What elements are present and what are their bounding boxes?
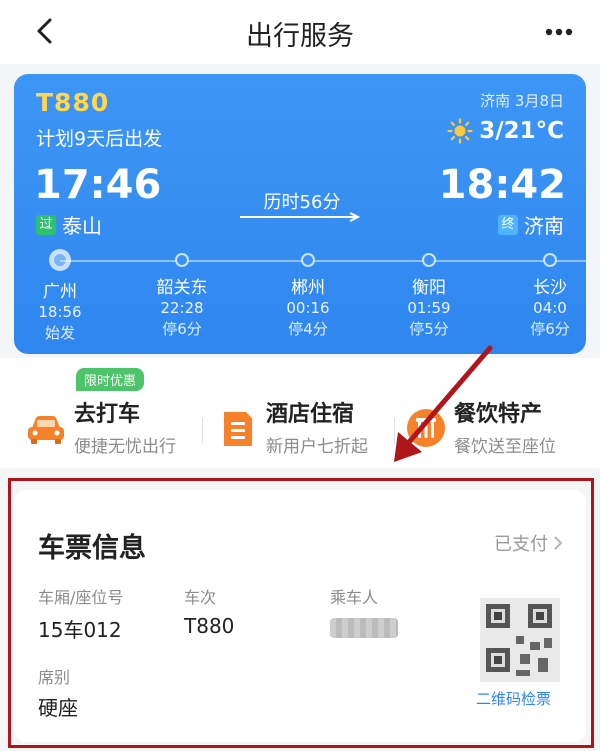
stop-dot bbox=[301, 253, 315, 267]
car-icon bbox=[28, 416, 64, 444]
stop-name: 衡阳 bbox=[412, 278, 446, 298]
stop-time: 04:0 bbox=[533, 299, 567, 317]
stop-dot bbox=[543, 253, 557, 267]
weather: 3/21°C bbox=[447, 118, 564, 144]
promo-badge: 限时优惠 bbox=[76, 368, 145, 391]
terminal-tag: 终 bbox=[498, 214, 518, 235]
current-stop-dot bbox=[49, 249, 71, 271]
hotel-service-name: 酒店住宿 bbox=[266, 402, 355, 427]
departure-time: 17:46 bbox=[34, 162, 162, 208]
stop-item[interactable]: 衡阳 01:59 停5分 bbox=[379, 250, 479, 339]
departure-station-name: 泰山 bbox=[62, 214, 102, 238]
stop-stay: 停5分 bbox=[409, 320, 449, 338]
page-title: 出行服务 bbox=[246, 21, 354, 52]
stop-stay: 停6分 bbox=[530, 320, 570, 338]
stop-time: 00:16 bbox=[286, 299, 330, 317]
arrow-right-icon bbox=[240, 212, 361, 222]
more-dots-icon[interactable] bbox=[544, 27, 574, 37]
stop-item[interactable]: 郴州 00:16 停4分 bbox=[258, 250, 358, 339]
departure-plan: 计划9天后出发 bbox=[36, 128, 163, 150]
hotel-icon bbox=[224, 412, 252, 446]
divider bbox=[202, 418, 203, 444]
highlight-frame bbox=[8, 478, 594, 748]
train-number: T880 bbox=[36, 88, 110, 117]
arrival-station-name: 济南 bbox=[524, 214, 564, 238]
services-bar: 限时优惠 去打车 便捷无忧出行 酒店住宿 新用户七折起 餐饮特产 餐饮送至座位 bbox=[0, 358, 600, 468]
stop-item[interactable]: 韶关东 22:28 停6分 bbox=[132, 250, 232, 339]
trip-card[interactable]: T880 计划9天后出发 济南 3月8日 3/21°C 17:46 18:42 … bbox=[14, 74, 586, 354]
stop-time: 01:59 bbox=[407, 299, 451, 317]
arrival-time: 18:42 bbox=[438, 162, 566, 208]
stop-dot bbox=[175, 253, 189, 267]
hotel-service-sub: 新用户七折起 bbox=[266, 437, 368, 457]
stop-item[interactable]: 长沙 04:0 停6分 bbox=[500, 250, 586, 339]
taxi-service[interactable]: 去打车 便捷无忧出行 bbox=[24, 396, 176, 457]
pass-tag: 过 bbox=[36, 214, 56, 235]
annotation-arrow-icon bbox=[394, 345, 493, 462]
stop-name: 广州 bbox=[43, 282, 77, 302]
temperature: 3/21°C bbox=[479, 118, 564, 144]
stop-dot bbox=[422, 253, 436, 267]
stop-time: 22:28 bbox=[160, 299, 204, 317]
taxi-service-sub: 便捷无忧出行 bbox=[74, 437, 176, 457]
destination-date: 济南 3月8日 bbox=[480, 92, 564, 110]
hotel-service[interactable]: 酒店住宿 新用户七折起 bbox=[216, 396, 368, 457]
stop-stay: 停4分 bbox=[288, 320, 328, 338]
nav-bar: 出行服务 bbox=[0, 0, 600, 64]
stop-name: 长沙 bbox=[533, 278, 567, 298]
stop-time: 18:56 bbox=[38, 303, 82, 321]
trip-duration: 历时56分 bbox=[263, 192, 341, 213]
stop-item[interactable]: 广州 18:56 始发 bbox=[14, 249, 110, 343]
stop-stay: 始发 bbox=[44, 324, 75, 342]
sun-icon bbox=[447, 118, 473, 144]
arrival-station: 终 济南 bbox=[498, 210, 564, 239]
stop-stay: 停6分 bbox=[162, 320, 202, 338]
departure-station: 过 泰山 bbox=[36, 210, 102, 239]
stop-name: 郴州 bbox=[291, 278, 325, 298]
stop-name: 韶关东 bbox=[156, 278, 208, 298]
taxi-service-name: 去打车 bbox=[74, 402, 141, 427]
